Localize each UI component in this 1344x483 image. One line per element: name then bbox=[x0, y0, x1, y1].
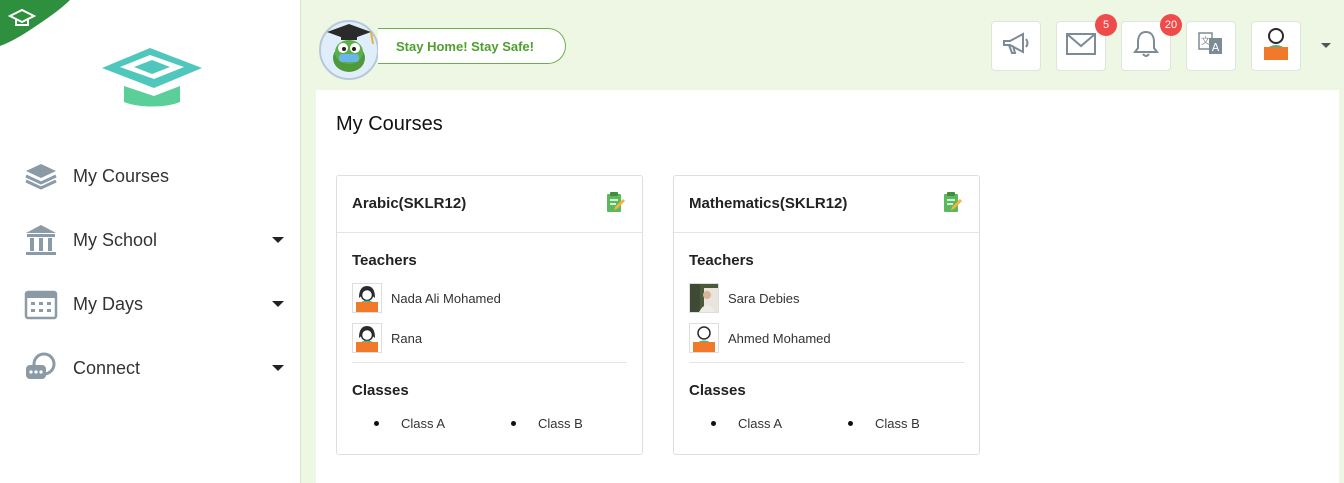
sidebar: My Courses My School My Days Connect bbox=[0, 0, 301, 483]
teacher-name: Rana bbox=[391, 330, 423, 346]
course-card: Mathematics(SKLR12) Teachers Sara Debies… bbox=[673, 175, 980, 455]
teacher-photo bbox=[689, 283, 719, 313]
sidebar-item-label: My School bbox=[73, 229, 158, 250]
mail-icon bbox=[1066, 32, 1096, 60]
notifications-button[interactable]: 20 bbox=[1121, 14, 1182, 71]
teachers-label: Teachers bbox=[689, 252, 754, 269]
course-card-header: Mathematics(SKLR12) bbox=[674, 176, 979, 233]
chevron-down-icon[interactable] bbox=[272, 301, 284, 307]
sidebar-item-label: My Courses bbox=[73, 165, 170, 186]
profile-button[interactable] bbox=[1251, 21, 1301, 71]
chevron-down-icon[interactable] bbox=[1321, 43, 1331, 48]
teacher-avatar bbox=[352, 283, 382, 313]
class-name: Class B bbox=[538, 416, 583, 431]
class-item[interactable]: Class A bbox=[711, 416, 782, 431]
bullet bbox=[511, 421, 516, 426]
school-building-icon bbox=[24, 223, 58, 257]
megaphone-icon bbox=[1001, 31, 1031, 62]
messages-button[interactable]: 5 bbox=[1056, 14, 1117, 71]
teacher-avatar bbox=[352, 323, 382, 353]
teacher-row[interactable]: Ahmed Mohamed bbox=[689, 323, 831, 353]
divider bbox=[689, 362, 964, 363]
page-title: My Courses bbox=[336, 113, 443, 135]
teacher-row[interactable]: Sara Debies bbox=[689, 283, 800, 313]
books-stack-icon bbox=[24, 159, 58, 193]
teacher-name: Sara Debies bbox=[728, 290, 800, 306]
class-item[interactable]: Class B bbox=[511, 416, 583, 431]
bullet bbox=[374, 421, 379, 426]
teachers-label: Teachers bbox=[352, 252, 417, 269]
classes-list: Class A Class B bbox=[337, 416, 642, 436]
teacher-name: Nada Ali Mohamed bbox=[391, 290, 501, 306]
edit-notes-icon[interactable] bbox=[943, 191, 963, 213]
chevron-down-icon[interactable] bbox=[272, 237, 284, 243]
class-item[interactable]: Class A bbox=[374, 416, 445, 431]
mascot-avatar bbox=[319, 20, 379, 80]
classes-label: Classes bbox=[689, 382, 746, 399]
sidebar-item-label: Connect bbox=[73, 357, 141, 378]
notifications-count-badge: 20 bbox=[1160, 14, 1182, 36]
sidebar-nav: My Courses My School My Days Connect bbox=[0, 144, 300, 400]
divider bbox=[352, 362, 627, 363]
stay-safe-banner: Stay Home! Stay Safe! bbox=[378, 28, 566, 64]
corner-ribbon-logo bbox=[0, 0, 70, 46]
class-name: Class A bbox=[401, 416, 446, 431]
teacher-avatar bbox=[689, 323, 719, 353]
course-card: Arabic(SKLR12) Teachers Nada Ali Mohamed… bbox=[336, 175, 643, 455]
user-avatar-icon bbox=[1261, 27, 1291, 66]
bullet bbox=[711, 421, 716, 426]
course-title[interactable]: Mathematics(SKLR12) bbox=[689, 195, 847, 212]
sidebar-item-connect[interactable]: Connect bbox=[0, 336, 300, 400]
class-name: Class B bbox=[875, 416, 920, 431]
main-panel: My Courses Arabic(SKLR12) Teachers Nada … bbox=[316, 90, 1339, 483]
chat-bubble-icon bbox=[24, 351, 58, 385]
teacher-name: Ahmed Mohamed bbox=[728, 330, 831, 346]
class-item[interactable]: Class B bbox=[848, 416, 920, 431]
teacher-row[interactable]: Nada Ali Mohamed bbox=[352, 283, 501, 313]
bullet bbox=[848, 421, 853, 426]
svg-text:A: A bbox=[1212, 41, 1220, 54]
teacher-row[interactable]: Rana bbox=[352, 323, 422, 353]
classes-list: Class A Class B bbox=[674, 416, 979, 436]
bell-icon bbox=[1133, 30, 1159, 63]
sidebar-item-my-school[interactable]: My School bbox=[0, 208, 300, 272]
chevron-down-icon[interactable] bbox=[272, 365, 284, 371]
sidebar-item-label: My Days bbox=[73, 293, 144, 314]
language-button[interactable]: A 文 bbox=[1186, 21, 1236, 71]
sidebar-item-my-courses[interactable]: My Courses bbox=[0, 144, 300, 208]
announcements-button[interactable] bbox=[991, 21, 1041, 71]
edit-notes-icon[interactable] bbox=[606, 191, 626, 213]
class-name: Class A bbox=[738, 416, 783, 431]
course-card-header: Arabic(SKLR12) bbox=[337, 176, 642, 233]
sidebar-item-my-days[interactable]: My Days bbox=[0, 272, 300, 336]
svg-text:文: 文 bbox=[1201, 35, 1210, 47]
school-logo bbox=[102, 48, 202, 107]
translate-icon: A 文 bbox=[1197, 30, 1225, 63]
messages-count-badge: 5 bbox=[1095, 14, 1117, 36]
classes-label: Classes bbox=[352, 382, 409, 399]
course-title[interactable]: Arabic(SKLR12) bbox=[352, 195, 466, 212]
calendar-icon bbox=[24, 287, 58, 321]
